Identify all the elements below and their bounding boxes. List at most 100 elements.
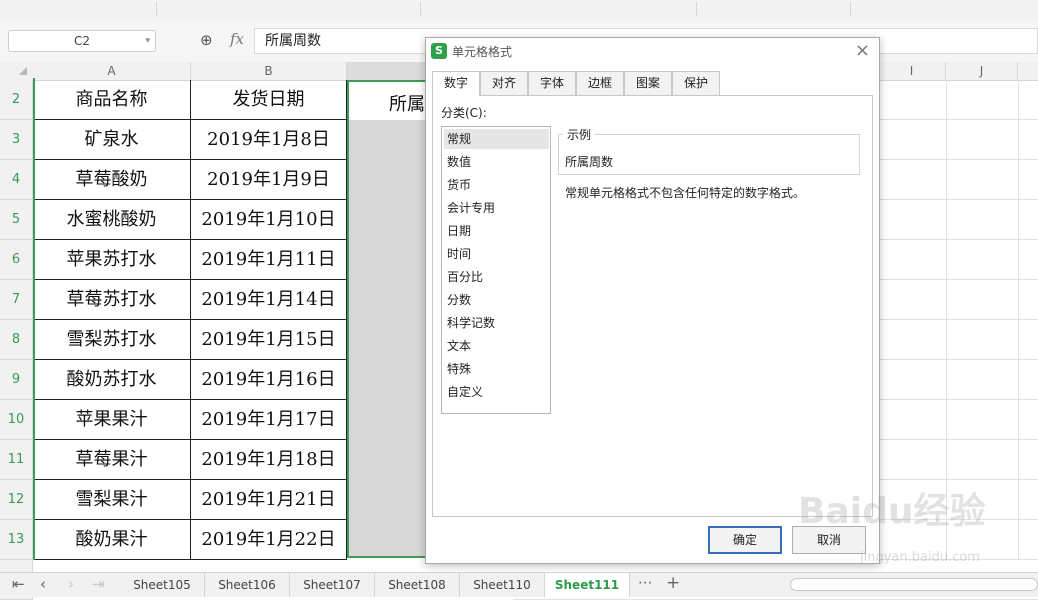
category-item[interactable]: 日期	[447, 221, 471, 241]
table-cell-date[interactable]: 发货日期	[191, 80, 347, 120]
format-description: 常规单元格格式不包含任何特定的数字格式。	[565, 186, 806, 200]
table-cell-product[interactable]: 雪梨果汁	[33, 480, 191, 520]
table-cell-product[interactable]: 苹果果汁	[33, 400, 191, 440]
tab-alignment[interactable]: 对齐	[480, 71, 528, 95]
category-item[interactable]: 百分比	[447, 267, 483, 287]
zoom-search-icon[interactable]: ⊕	[200, 31, 213, 49]
table-cell-product[interactable]: 水蜜桃酸奶	[33, 200, 191, 240]
row-header[interactable]: 7	[0, 280, 33, 320]
toolbar-divider	[850, 2, 851, 16]
row-header[interactable]: 9	[0, 360, 33, 400]
toolbar-divider	[420, 2, 421, 16]
table-cell-product[interactable]: 苹果苏打水	[33, 240, 191, 280]
table-cell-date[interactable]: 2019年1月11日	[191, 240, 347, 280]
table-cell-date[interactable]: 2019年1月9日	[191, 160, 347, 200]
row-header[interactable]: 12	[0, 480, 33, 520]
close-icon[interactable]: ×	[855, 40, 870, 61]
row-header[interactable]: 3	[0, 120, 33, 160]
category-item[interactable]: 时间	[447, 244, 471, 264]
table-cell-date[interactable]: 2019年1月16日	[191, 360, 347, 400]
table-cell-date[interactable]: 2019年1月10日	[191, 200, 347, 240]
row-header[interactable]: 6	[0, 240, 33, 280]
table-cell-date[interactable]: 2019年1月22日	[191, 520, 347, 560]
category-item[interactable]: 货币	[447, 175, 471, 195]
column-header-a[interactable]: A	[33, 62, 191, 80]
add-sheet-button[interactable]: +	[666, 573, 680, 593]
tab-pattern[interactable]: 图案	[624, 71, 672, 95]
table-cell-product[interactable]: 草莓酸奶	[33, 160, 191, 200]
prev-sheet-icon[interactable]: ‹	[40, 575, 46, 593]
wps-logo-icon: S	[431, 43, 447, 59]
sheet-tab[interactable]: Sheet105	[120, 573, 205, 597]
selected-column-c[interactable]: 所属	[347, 80, 427, 558]
watermark: Baidu经验	[798, 491, 986, 532]
last-sheet-icon[interactable]: ⇥	[92, 575, 105, 593]
cell-c2-text: 所属	[389, 94, 425, 115]
category-item[interactable]: 会计专用	[447, 198, 495, 218]
fx-icon[interactable]: fx	[230, 30, 244, 48]
tab-number[interactable]: 数字	[432, 71, 480, 96]
row-header[interactable]: 10	[0, 400, 33, 440]
next-sheet-icon[interactable]: ›	[68, 575, 74, 593]
table-cell-product[interactable]: 商品名称	[33, 80, 191, 120]
table-cell-date[interactable]: 2019年1月17日	[191, 400, 347, 440]
selection-edge	[33, 78, 35, 560]
row-header[interactable]: 5	[0, 200, 33, 240]
sheet-tab[interactable]: Sheet108	[375, 573, 460, 597]
tab-border[interactable]: 边框	[576, 71, 624, 95]
sheet-tab[interactable]: Sheet111	[545, 573, 630, 597]
row-header[interactable]: 13	[0, 520, 33, 560]
toolbar-divider	[156, 2, 157, 16]
table-cell-date[interactable]: 2019年1月18日	[191, 440, 347, 480]
first-sheet-icon[interactable]: ⇤	[12, 575, 25, 593]
horizontal-scrollbar[interactable]	[790, 578, 1038, 591]
select-all-corner[interactable]	[19, 67, 27, 75]
watermark-url: jingyan.baidu.com	[860, 550, 980, 565]
category-list[interactable]: 常规数值货币会计专用日期时间百分比分数科学记数文本特殊自定义	[441, 126, 551, 414]
table-cell-product[interactable]: 草莓果汁	[33, 440, 191, 480]
sheet-tab-bar: ⇤ ‹ › ⇥ Sheet105 Sheet106 Sheet107 Sheet108…	[0, 572, 1038, 597]
cell-reference: C2	[73, 34, 90, 48]
category-item[interactable]: 文本	[447, 336, 471, 356]
category-item[interactable]: 科学记数	[447, 313, 495, 333]
row-header[interactable]: 11	[0, 440, 33, 480]
table-cell-date[interactable]: 2019年1月15日	[191, 320, 347, 360]
toolbar-divider	[696, 2, 697, 16]
category-item[interactable]: 特殊	[447, 359, 471, 379]
sample-value: 所属周数	[565, 155, 614, 169]
table-cell-product[interactable]: 矿泉水	[33, 120, 191, 160]
ribbon-toolbar	[0, 0, 1038, 23]
category-item[interactable]: 分数	[447, 290, 471, 310]
sheet-tab[interactable]: Sheet110	[460, 573, 545, 597]
sample-legend: 示例	[563, 126, 596, 143]
table-cell-product[interactable]: 雪梨苏打水	[33, 320, 191, 360]
more-sheets-icon[interactable]: ···	[638, 574, 652, 592]
tab-protection[interactable]: 保护	[672, 71, 720, 95]
row-header[interactable]: 2	[0, 80, 33, 120]
column-header-c[interactable]	[347, 62, 427, 80]
row-header[interactable]: 8	[0, 320, 33, 360]
category-item[interactable]: 数值	[447, 152, 471, 172]
category-item[interactable]: 常规	[444, 129, 549, 149]
table-cell-date[interactable]: 2019年1月14日	[191, 280, 347, 320]
row-header[interactable]: 4	[0, 160, 33, 200]
table-cell-product[interactable]: 酸奶苏打水	[33, 360, 191, 400]
ok-button[interactable]: 确定	[708, 526, 782, 554]
category-item[interactable]: 自定义	[447, 382, 483, 402]
table-cell-date[interactable]: 2019年1月21日	[191, 480, 347, 520]
column-header-j[interactable]: J	[946, 62, 1018, 80]
dialog-titlebar[interactable]: S 单元格格式 ×	[426, 38, 879, 64]
chevron-down-icon[interactable]: ▾	[145, 31, 150, 51]
column-header-b[interactable]: B	[191, 62, 347, 80]
number-tab-panel: 分类(C): 常规 数值 货币 会计专用 日期 时间 百分比 分数 科学记数 文本 特殊 自定义 示例…	[432, 95, 873, 517]
column-header-i[interactable]: I	[878, 62, 946, 80]
table-cell-product[interactable]: 草莓苏打水	[33, 280, 191, 320]
sheet-tab[interactable]: Sheet106	[205, 573, 290, 597]
table-cell-product[interactable]: 酸奶果汁	[33, 520, 191, 560]
name-box[interactable]: C2 ▾	[8, 30, 156, 52]
sheet-tab[interactable]: Sheet107	[290, 573, 375, 597]
tab-font[interactable]: 字体	[528, 71, 576, 95]
dialog-title: 单元格格式	[452, 45, 513, 59]
table-cell-date[interactable]: 2019年1月8日	[191, 120, 347, 160]
gridline	[1018, 80, 1019, 560]
